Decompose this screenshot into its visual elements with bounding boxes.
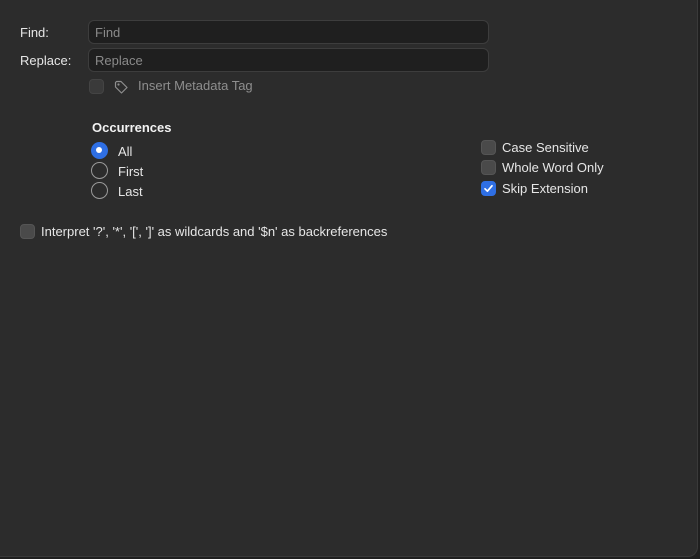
replace-input[interactable] (88, 48, 489, 72)
occurrence-all-label: All (118, 144, 133, 159)
whole-word-only-label: Whole Word Only (502, 160, 604, 175)
occurrence-first-radio[interactable] (91, 162, 108, 179)
whole-word-only-checkbox[interactable] (481, 160, 496, 175)
wildcards-checkbox[interactable] (20, 224, 35, 239)
checkmark-icon (484, 184, 493, 193)
find-input[interactable] (88, 20, 489, 44)
occurrence-last-label: Last (118, 184, 143, 199)
replace-label: Replace: (20, 53, 72, 68)
skip-extension-label: Skip Extension (502, 181, 588, 196)
case-sensitive-label: Case Sensitive (502, 140, 589, 155)
occurrences-title: Occurrences (92, 120, 172, 135)
find-replace-panel: Find: Replace: Insert Metadata Tag Occur… (0, 0, 698, 557)
find-label: Find: (20, 25, 49, 40)
occurrence-all-radio[interactable] (91, 142, 108, 159)
insert-metadata-tag-label: Insert Metadata Tag (138, 78, 253, 93)
skip-extension-checkbox[interactable] (481, 181, 496, 196)
tag-icon (113, 79, 129, 95)
case-sensitive-checkbox[interactable] (481, 140, 496, 155)
occurrence-last-radio[interactable] (91, 182, 108, 199)
wildcards-label: Interpret '?', '*', '[', ']' as wildcard… (41, 224, 388, 239)
occurrence-first-label: First (118, 164, 144, 179)
insert-metadata-tag-checkbox[interactable] (89, 79, 104, 94)
